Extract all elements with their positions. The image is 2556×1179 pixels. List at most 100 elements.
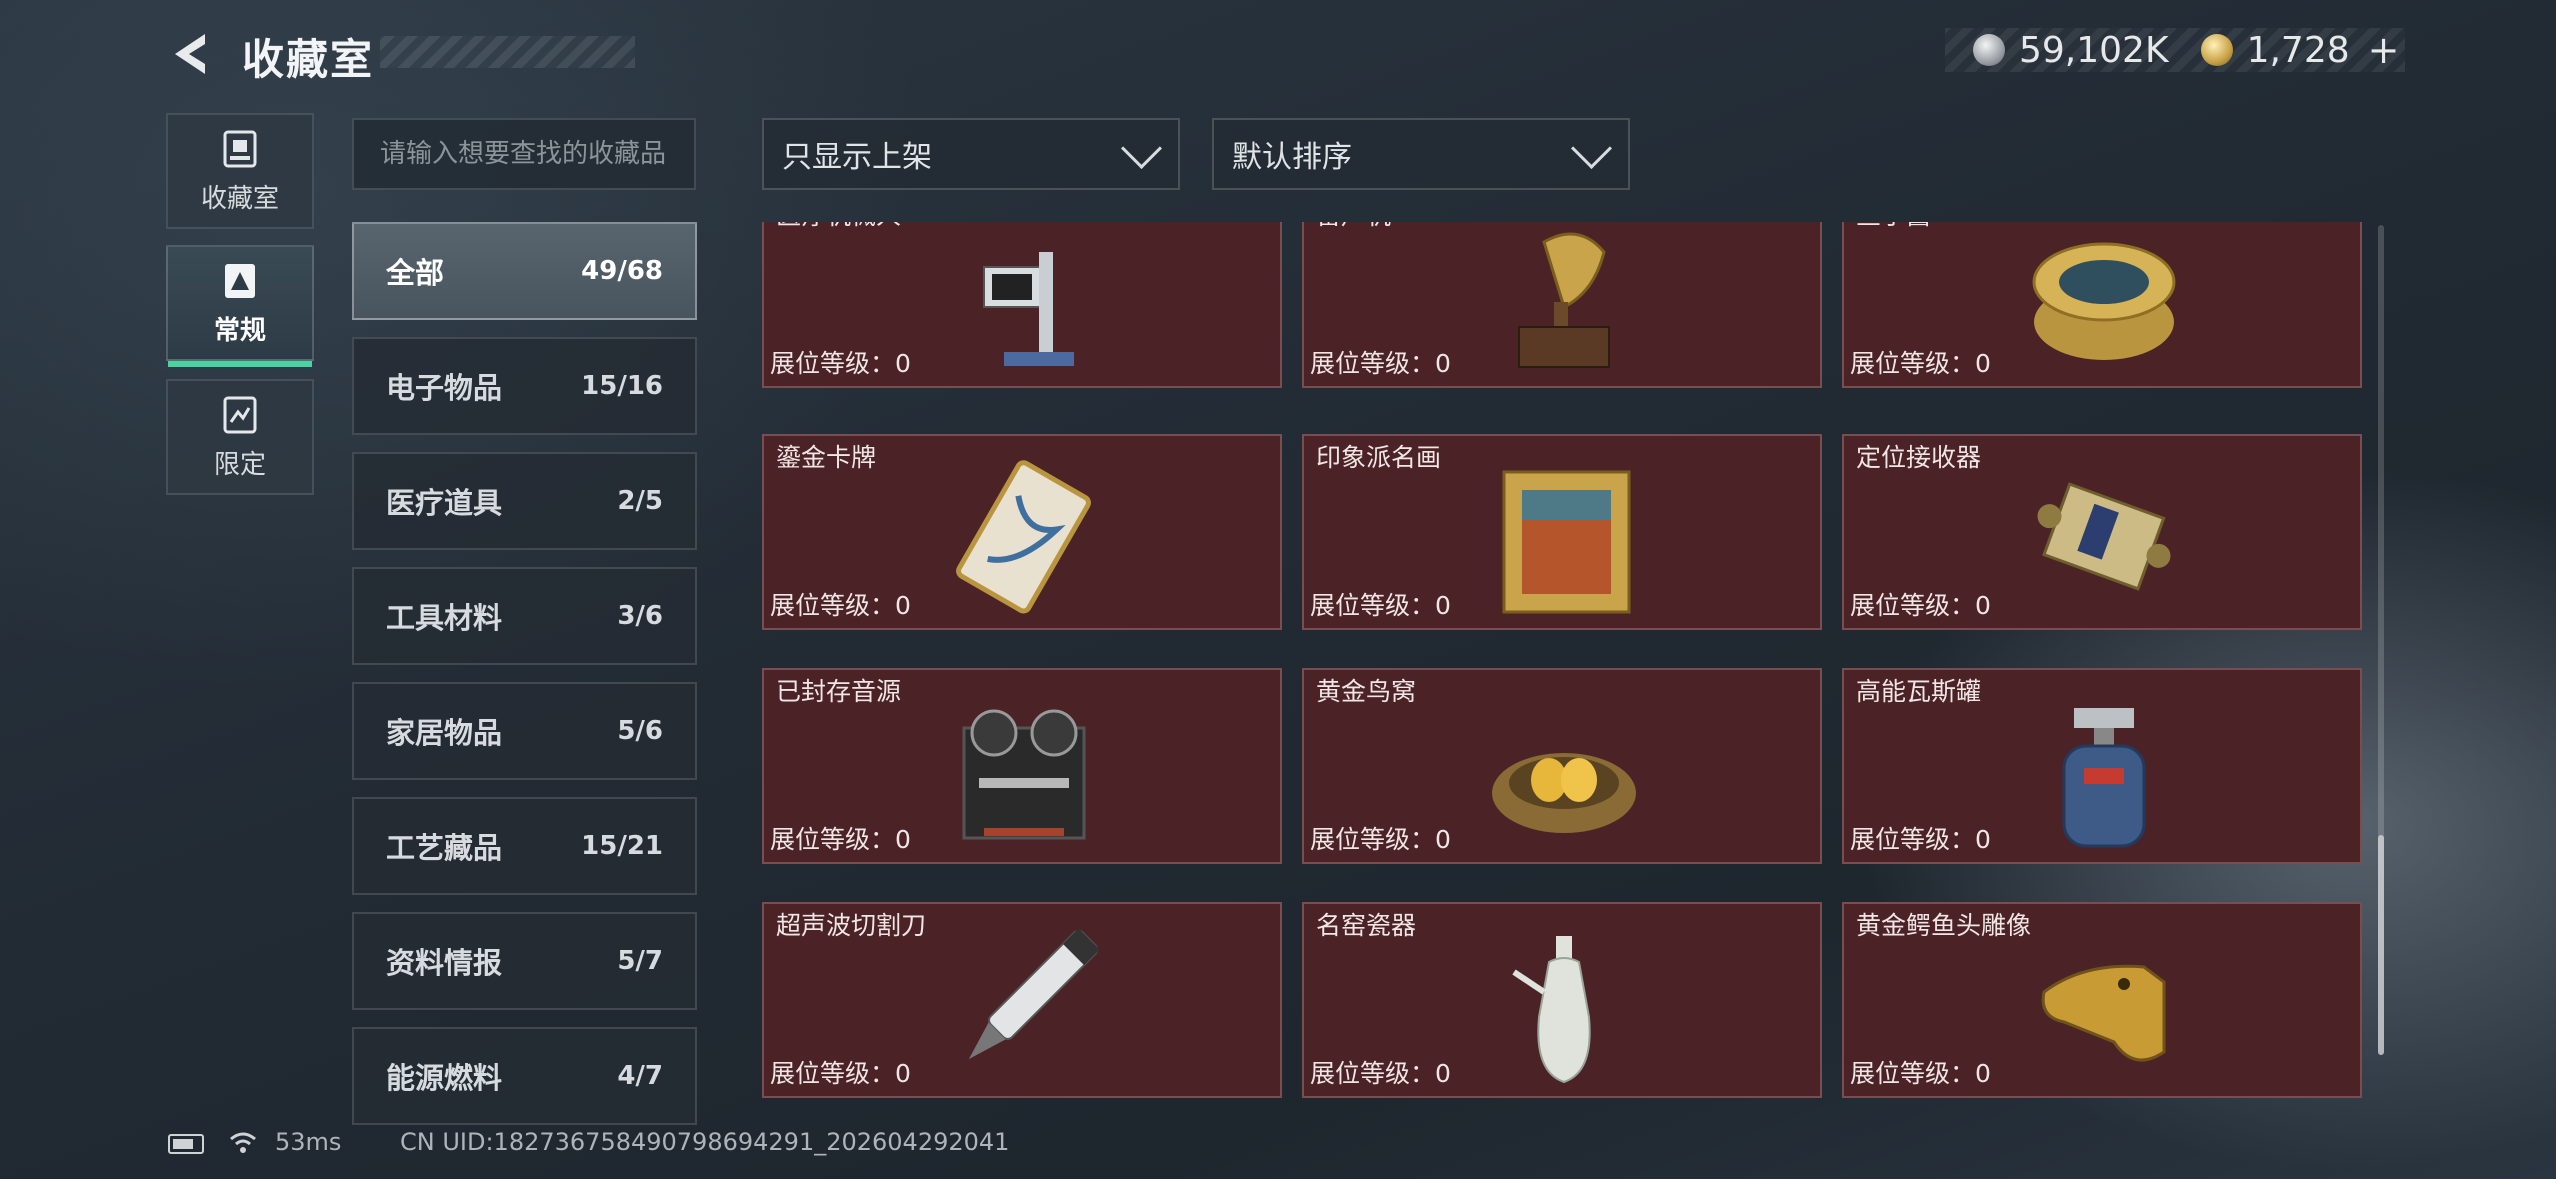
side-tab-collection-room[interactable]: 收藏室 xyxy=(166,113,314,229)
display-filter-label: 只显示上架 xyxy=(782,140,932,175)
item-level: 展位等级：0 xyxy=(770,344,911,380)
category-tools[interactable]: 工具材料 3/6 xyxy=(352,567,697,665)
item-level: 展位等级：0 xyxy=(1310,1054,1451,1090)
caviar-tin-icon xyxy=(2032,242,2176,360)
grid-scrollbar-thumb[interactable] xyxy=(2378,835,2384,1055)
item-level: 展位等级：0 xyxy=(1850,586,1991,622)
item-name: 留声机 xyxy=(1316,222,1391,232)
level-label: 展位等级： xyxy=(1850,1059,1976,1088)
level-label: 展位等级： xyxy=(770,825,896,854)
item-level: 展位等级：0 xyxy=(1850,344,1991,380)
reel-recorder-icon xyxy=(962,709,1086,840)
painting-icon xyxy=(1502,470,1631,614)
level-label: 展位等级： xyxy=(1850,825,1976,854)
category-crafts[interactable]: 工艺藏品 15/21 xyxy=(352,797,697,895)
item-card[interactable]: 留声机 展位等级：0 xyxy=(1302,222,1822,388)
side-tab-label: 收藏室 xyxy=(200,183,279,214)
item-name: 黄金鸟窝 xyxy=(1316,677,1417,706)
side-tab-limited[interactable]: 限定 xyxy=(166,379,314,495)
category-name: 能源燃料 xyxy=(386,1061,503,1095)
category-medical[interactable]: 医疗道具 2/5 xyxy=(352,452,697,550)
sort-dropdown[interactable]: 默认排序 xyxy=(1212,118,1630,190)
chevron-down-icon xyxy=(1570,127,1613,169)
item-level: 展位等级：0 xyxy=(1850,820,1991,856)
category-all[interactable]: 全部 49/68 xyxy=(352,222,697,320)
chevron-down-icon xyxy=(1120,127,1163,169)
category-name: 资料情报 xyxy=(386,946,503,980)
item-level: 展位等级：0 xyxy=(770,586,911,622)
category-count: 15/16 xyxy=(581,371,663,401)
wifi-icon xyxy=(230,1132,256,1153)
category-name: 工艺藏品 xyxy=(386,831,503,865)
item-level: 展位等级：0 xyxy=(1310,820,1451,856)
level-value: 0 xyxy=(1975,1059,1991,1088)
back-arrow-icon[interactable] xyxy=(165,28,217,80)
item-name: 鱼子酱 xyxy=(1856,222,1931,232)
category-name: 家居物品 xyxy=(386,716,503,750)
category-intel[interactable]: 资料情报 5/7 xyxy=(352,912,697,1010)
item-card[interactable]: 鱼子酱 展位等级：0 xyxy=(1842,222,2362,388)
collection-grid[interactable]: 医疗机械人 展位等级：0 留声机 展位等级：0 鱼子酱 展位等级：0 鎏金卡牌 xyxy=(762,222,2362,1112)
category-count: 49/68 xyxy=(581,256,663,286)
item-card[interactable]: 已封存音源 展位等级：0 xyxy=(762,668,1282,864)
item-name: 医疗机械人 xyxy=(776,222,901,232)
category-home[interactable]: 家居物品 5/6 xyxy=(352,682,697,780)
sort-label: 默认排序 xyxy=(1232,140,1352,175)
uid-text: CN UID:182736758490798694291_20260429204… xyxy=(400,1128,1010,1156)
page-title: 收藏室 xyxy=(242,35,375,84)
silver-currency-value: 59,102K xyxy=(2019,29,2169,71)
battery-icon xyxy=(168,1134,204,1154)
category-name: 电子物品 xyxy=(386,371,503,405)
category-count: 5/6 xyxy=(617,716,663,746)
level-value: 0 xyxy=(1975,349,1991,378)
golden-nest-icon xyxy=(1492,753,1636,833)
category-count: 15/21 xyxy=(581,831,663,861)
side-tab-label: 常规 xyxy=(213,315,266,346)
item-level: 展位等级：0 xyxy=(770,820,911,856)
limited-icon xyxy=(223,396,257,433)
item-name: 黄金鳄鱼头雕像 xyxy=(1856,911,2032,940)
level-value: 0 xyxy=(1435,1059,1451,1088)
item-card[interactable]: 医疗机械人 展位等级：0 xyxy=(762,222,1282,388)
item-name: 鎏金卡牌 xyxy=(776,443,877,472)
level-value: 0 xyxy=(895,1059,911,1088)
level-label: 展位等级： xyxy=(770,349,896,378)
display-filter-dropdown[interactable]: 只显示上架 xyxy=(762,118,1180,190)
gold-coin-icon xyxy=(2200,34,2233,66)
level-value: 0 xyxy=(1975,825,1991,854)
item-card[interactable]: 黄金鸟窝 展位等级：0 xyxy=(1302,668,1822,864)
search-input[interactable] xyxy=(352,118,696,190)
category-count: 2/5 xyxy=(617,486,663,516)
level-label: 展位等级： xyxy=(1310,1059,1436,1088)
item-name: 名窑瓷器 xyxy=(1316,911,1417,940)
level-label: 展位等级： xyxy=(1310,349,1436,378)
silver-coin-icon xyxy=(1973,34,2005,66)
item-card[interactable]: 名窑瓷器 展位等级：0 xyxy=(1302,902,1822,1098)
category-fuel[interactable]: 能源燃料 4/7 xyxy=(352,1027,697,1125)
item-card[interactable]: 高能瓦斯罐 展位等级：0 xyxy=(1842,668,2362,864)
level-value: 0 xyxy=(1435,591,1451,620)
item-card[interactable]: 印象派名画 展位等级：0 xyxy=(1302,434,1822,630)
item-name: 印象派名画 xyxy=(1316,443,1442,472)
item-card[interactable]: 定位接收器 展位等级：0 xyxy=(1842,434,2362,630)
collection-room-icon xyxy=(223,130,257,167)
item-level: 展位等级：0 xyxy=(1310,586,1451,622)
currency-bar: 59,102K 1,728 + xyxy=(1945,28,2405,72)
side-tab-label: 限定 xyxy=(213,449,266,480)
item-card[interactable]: 黄金鳄鱼头雕像 展位等级：0 xyxy=(1842,902,2362,1098)
category-count: 5/7 xyxy=(617,946,663,976)
item-level: 展位等级：0 xyxy=(1310,344,1451,380)
level-value: 0 xyxy=(895,349,911,378)
item-card[interactable]: 鎏金卡牌 展位等级：0 xyxy=(762,434,1282,630)
item-name: 超声波切割刀 xyxy=(776,911,927,940)
level-value: 0 xyxy=(1435,349,1451,378)
side-tab-regular[interactable]: 常规 xyxy=(166,245,314,367)
add-currency-button[interactable]: + xyxy=(2368,28,2400,72)
level-value: 0 xyxy=(1435,825,1451,854)
item-name: 高能瓦斯罐 xyxy=(1856,677,1982,706)
level-label: 展位等级： xyxy=(1850,349,1976,378)
item-card[interactable]: 超声波切割刀 展位等级：0 xyxy=(762,902,1282,1098)
porcelain-vase-icon xyxy=(1512,936,1591,1084)
category-electronics[interactable]: 电子物品 15/16 xyxy=(352,337,697,435)
level-label: 展位等级： xyxy=(1850,591,1976,620)
